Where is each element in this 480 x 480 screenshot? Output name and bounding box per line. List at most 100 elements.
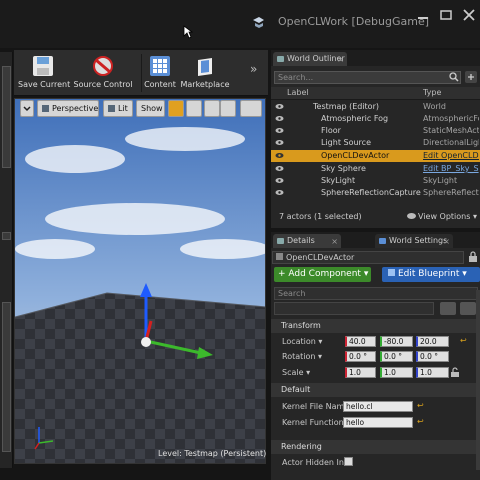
close-icon[interactable]: ×: [337, 53, 344, 67]
left-panel-handle[interactable]: [2, 232, 11, 240]
outliner-row-selected[interactable]: OpenCLDevActor Edit OpenCLDev: [271, 150, 480, 162]
location-z-field[interactable]: 20.0: [416, 336, 449, 347]
location-dropdown[interactable]: Location ▾: [282, 337, 322, 346]
close-icon[interactable]: [460, 8, 478, 22]
outliner-row[interactable]: Testmap (Editor) World: [271, 101, 480, 113]
grid-snap-icon[interactable]: [240, 100, 262, 117]
view-options-button[interactable]: View Options ▾: [407, 210, 477, 224]
rotate-mode-icon[interactable]: [186, 100, 202, 117]
kernel-function-field[interactable]: hello: [343, 417, 413, 428]
toolbar-overflow-button[interactable]: »: [250, 62, 257, 76]
details-scrollbar[interactable]: [476, 290, 480, 470]
location-label: Location: [282, 337, 316, 346]
marketplace-label: Marketplace: [180, 80, 230, 89]
mouse-cursor-icon: [183, 25, 193, 39]
viewport-options-button[interactable]: [20, 100, 34, 117]
visibility-filter-icon[interactable]: [460, 302, 476, 315]
view-mode-lit-button[interactable]: Lit: [103, 100, 133, 117]
scale-mode-icon[interactable]: [204, 100, 220, 117]
translate-mode-icon[interactable]: [168, 100, 184, 117]
scale-x-field[interactable]: 1.0: [345, 367, 376, 378]
visibility-eye-icon[interactable]: [275, 152, 284, 159]
rotation-y-field[interactable]: 0.0 °: [380, 351, 413, 362]
outliner-row[interactable]: SkyLight SkyLight: [271, 175, 480, 187]
rotation-z-field[interactable]: 0.0 °: [416, 351, 449, 362]
rotation-dropdown[interactable]: Rotation ▾: [282, 352, 322, 361]
reset-arrow-icon[interactable]: ↩: [417, 401, 424, 410]
reset-arrow-icon[interactable]: ↩: [460, 336, 467, 345]
visibility-eye-icon[interactable]: [275, 177, 284, 184]
outliner-row-type: SkyLight: [423, 176, 458, 185]
location-y-field[interactable]: -80.0: [380, 336, 413, 347]
main-toolbar: Save Current Source Control Content Mark…: [14, 50, 268, 96]
save-current-label: Save Current: [18, 80, 71, 89]
level-label: Level:: [158, 449, 182, 458]
outliner-row[interactable]: Atmospheric Fog AtmosphericFog: [271, 113, 480, 125]
tab-world-outliner[interactable]: World Outliner ×: [273, 52, 347, 66]
outliner-row[interactable]: SphereReflectionCapture SphereReflection: [271, 187, 480, 199]
rendering-section-header[interactable]: Rendering: [271, 440, 480, 454]
outliner-row[interactable]: Light Source DirectionalLight: [271, 137, 480, 149]
actor-name-value: OpenCLDevActor: [286, 253, 355, 262]
actor-name-field[interactable]: OpenCLDevActor: [272, 251, 464, 264]
column-type[interactable]: Type: [423, 88, 441, 97]
tab-world-settings[interactable]: World Settings ×: [375, 234, 453, 248]
outliner-settings-icon[interactable]: [464, 70, 478, 84]
maximize-icon[interactable]: [437, 8, 455, 22]
outliner-search-input[interactable]: Search...: [274, 71, 461, 84]
transform-section-header[interactable]: Transform: [271, 319, 480, 333]
source-control-button[interactable]: Source Control: [72, 52, 134, 94]
default-section-header[interactable]: Default: [271, 383, 480, 397]
left-panel-scroll[interactable]: [2, 66, 11, 168]
rotation-x-field[interactable]: 0.0 °: [345, 351, 376, 362]
visibility-eye-icon[interactable]: [275, 115, 284, 122]
outliner-row-type: AtmosphericFog: [423, 114, 479, 123]
visibility-eye-icon[interactable]: [275, 103, 284, 110]
perspective-button[interactable]: Perspective: [37, 100, 99, 117]
tab-details-label: Details: [287, 236, 315, 245]
outliner-row-label: SkyLight: [321, 176, 356, 185]
details-filter-input[interactable]: [274, 302, 434, 315]
visibility-eye-icon[interactable]: [275, 139, 284, 146]
scale-z-field[interactable]: 1.0: [416, 367, 449, 378]
outliner-row-type-link[interactable]: Edit BP_Sky_S: [423, 163, 479, 175]
column-label[interactable]: Label: [287, 88, 309, 97]
scale-dropdown[interactable]: Scale ▾: [282, 368, 310, 377]
outliner-row-type-link[interactable]: Edit OpenCLDev: [423, 150, 479, 162]
viewport-scene: [15, 99, 265, 463]
left-panel-strip: [0, 52, 13, 468]
content-button[interactable]: Content: [142, 52, 178, 94]
left-panel-scroll-lower[interactable]: [2, 302, 11, 452]
details-search-input[interactable]: Search: [274, 287, 478, 300]
close-icon[interactable]: ×: [443, 235, 450, 249]
details-icon: [277, 238, 284, 244]
level-viewport[interactable]: [14, 98, 266, 464]
kernel-file-field[interactable]: hello.cl: [343, 401, 413, 412]
actor-icon: [276, 253, 283, 260]
scale-y-field[interactable]: 1.0: [380, 367, 413, 378]
marketplace-icon: [198, 58, 212, 76]
location-x-field[interactable]: 40.0: [345, 336, 376, 347]
outliner-icon: [277, 56, 284, 62]
marketplace-button[interactable]: Marketplace: [180, 52, 230, 94]
rotation-label: Rotation: [282, 352, 316, 361]
visibility-eye-icon[interactable]: [275, 165, 284, 172]
save-current-button[interactable]: Save Current: [18, 52, 71, 94]
actor-hidden-checkbox[interactable]: [344, 457, 353, 466]
lock-icon[interactable]: [467, 251, 479, 263]
outliner-row[interactable]: Sky Sphere Edit BP_Sky_S: [271, 163, 480, 175]
world-local-icon[interactable]: [220, 100, 236, 117]
reset-arrow-icon[interactable]: ↩: [417, 417, 424, 426]
property-matrix-icon[interactable]: [440, 302, 456, 315]
show-flags-button[interactable]: Show: [136, 100, 165, 117]
tab-world-settings-label: World Settings: [389, 236, 448, 245]
visibility-eye-icon[interactable]: [275, 127, 284, 134]
visibility-eye-icon[interactable]: [275, 189, 284, 196]
edit-blueprint-button[interactable]: Edit Blueprint ▾: [382, 267, 480, 282]
scale-lock-icon[interactable]: [450, 367, 460, 378]
minimize-icon[interactable]: [414, 8, 432, 22]
outliner-row[interactable]: Floor StaticMeshActor: [271, 125, 480, 137]
close-icon[interactable]: ×: [331, 235, 338, 249]
add-component-button[interactable]: + Add Component ▾: [274, 267, 371, 282]
tab-details[interactable]: Details ×: [273, 234, 341, 248]
